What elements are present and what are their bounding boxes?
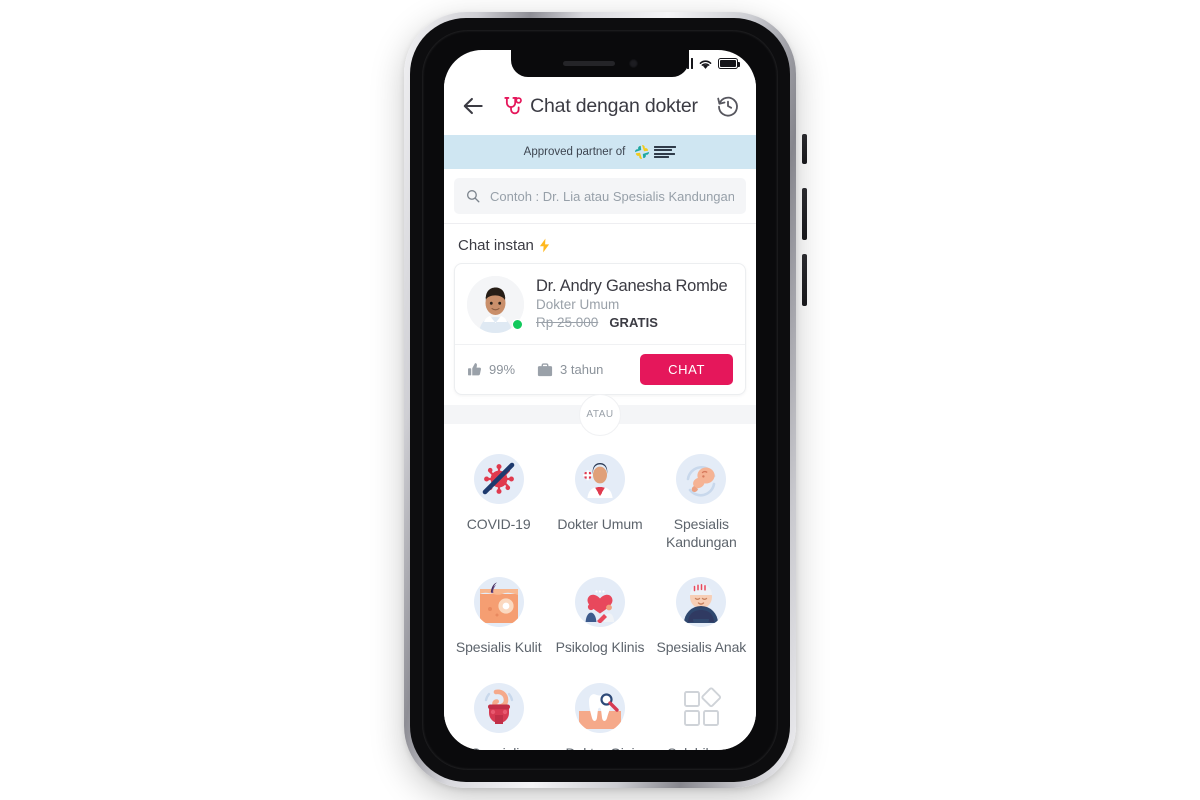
skin-dermatology-icon [473,577,524,627]
page-title: Chat dengan dokter [530,94,698,117]
search-input[interactable] [490,188,734,204]
phone-mid-frame: Chat dengan dokter Approved partner of C… [410,18,790,782]
internal-organs-icon [473,682,524,733]
doctor-card-top: Dr. Andry Ganesha Rombe Dokter Umum Rp 2… [455,264,745,344]
category-spesialis-kulit[interactable]: Spesialis Kulit [448,569,549,669]
app-header: Chat dengan dokter [444,77,756,135]
fetus-obstetrics-icon [676,454,727,504]
category-label: Spesialis Penyakit Dalam [450,745,547,751]
history-clock-icon[interactable] [716,94,740,118]
approved-partner-banner: Approved partner of [444,135,756,169]
back-arrow-icon[interactable] [460,93,486,119]
doctor-specialty: Dokter Umum [536,297,620,312]
category-covid-19[interactable]: COVID-19 [448,446,549,563]
phone-volume-up-button[interactable] [802,188,807,240]
phone-mute-switch[interactable] [802,134,807,164]
phone-device-frame: Chat dengan dokter Approved partner of C… [404,12,807,788]
thumbs-up-icon [468,363,482,376]
phone-volume-down-button[interactable] [802,254,807,306]
more-grid-icon [676,683,726,733]
doctor-name: Dr. Andry Ganesha Rombe [536,277,728,295]
search-icon [467,190,480,203]
instant-chat-title: Chat instan [458,237,534,254]
category-spesialis-anak[interactable]: Spesialis Anak [651,569,752,669]
psychology-heart-icon [574,577,625,627]
partner-banner-text: Approved partner of [523,146,626,158]
earpiece-speaker-icon [562,61,615,66]
category-label: Dokter Umum [557,516,643,532]
dental-tooth-icon [574,682,625,733]
wifi-icon [699,59,712,69]
category-dokter-umum[interactable]: Dokter Umum [549,446,650,563]
online-status-indicator [512,319,523,330]
doctor-info: Dr. Andry Ganesha Rombe Dokter Umum Rp 2… [536,276,733,330]
phone-bezel: Chat dengan dokter Approved partner of C… [422,30,778,770]
price-original: Rp 25.000 [536,315,599,330]
doctor-rating-value: 99% [489,362,516,377]
doctor-card-bottom: 99% 3 tahun CHAT [455,344,745,394]
search-box[interactable] [454,178,746,214]
battery-full-icon [718,58,741,69]
general-doctor-icon [574,454,625,504]
category-label: Psikolog Klinis [555,639,645,655]
category-label: Spesialis Kulit [455,639,542,655]
category-selebihnya[interactable]: Selebihnya [651,675,752,751]
doctor-card-container: Dr. Andry Ganesha Rombe Dokter Umum Rp 2… [444,263,756,405]
front-camera-icon [628,59,638,68]
lightning-bolt-icon [539,238,549,253]
category-psikolog-klinis[interactable]: Psikolog Klinis [549,569,650,669]
pediatric-baby-icon [676,577,727,627]
chat-button[interactable]: CHAT [640,354,733,385]
category-spesialis-penyakit-dalam[interactable]: Spesialis Penyakit Dalam [448,675,549,751]
specialty-category-grid: COVID-19 Dokter Umum Spesialis Kandungan… [444,424,756,750]
header-title-group: Chat dengan dokter [486,95,716,118]
phone-notch [511,50,689,77]
app-scroll-area[interactable]: Chat dengan dokter Approved partner of C… [444,50,756,750]
category-label: Dokter Gigi [566,745,635,751]
category-dokter-gigi[interactable]: Dokter Gigi [549,675,650,751]
avatar [467,276,524,333]
screenshot-canvas: Chat dengan dokter Approved partner of C… [0,0,1200,800]
doctor-experience-value: 3 tahun [560,362,604,377]
category-label: Selebihnya [667,745,735,751]
briefcase-icon [537,362,553,376]
doctor-price-row: Rp 25.000 GRATIS [536,315,733,330]
doctor-card[interactable]: Dr. Andry Ganesha Rombe Dokter Umum Rp 2… [454,263,746,395]
category-label: Spesialis Anak [656,639,747,655]
kemenkes-logo [633,143,677,161]
kemenkes-wordmark-icon [654,146,677,158]
atau-label: ATAU [586,409,614,420]
atau-chip: ATAU [579,393,621,436]
atau-divider: ATAU [444,393,756,436]
stethoscope-icon [504,96,523,114]
category-label: COVID-19 [466,516,531,532]
doctor-rating-stat: 99% [467,362,515,377]
instant-chat-section-header: Chat instan [444,224,756,263]
doctor-experience-stat: 3 tahun [537,362,603,377]
kemenkes-clover-icon [635,144,650,160]
covid-virus-icon [473,454,524,504]
price-current: GRATIS [609,315,659,330]
category-label: Spesialis Kandungan [665,516,737,550]
category-spesialis-kandungan[interactable]: Spesialis Kandungan [651,446,752,563]
phone-screen: Chat dengan dokter Approved partner of C… [444,50,756,750]
search-section [444,169,756,224]
